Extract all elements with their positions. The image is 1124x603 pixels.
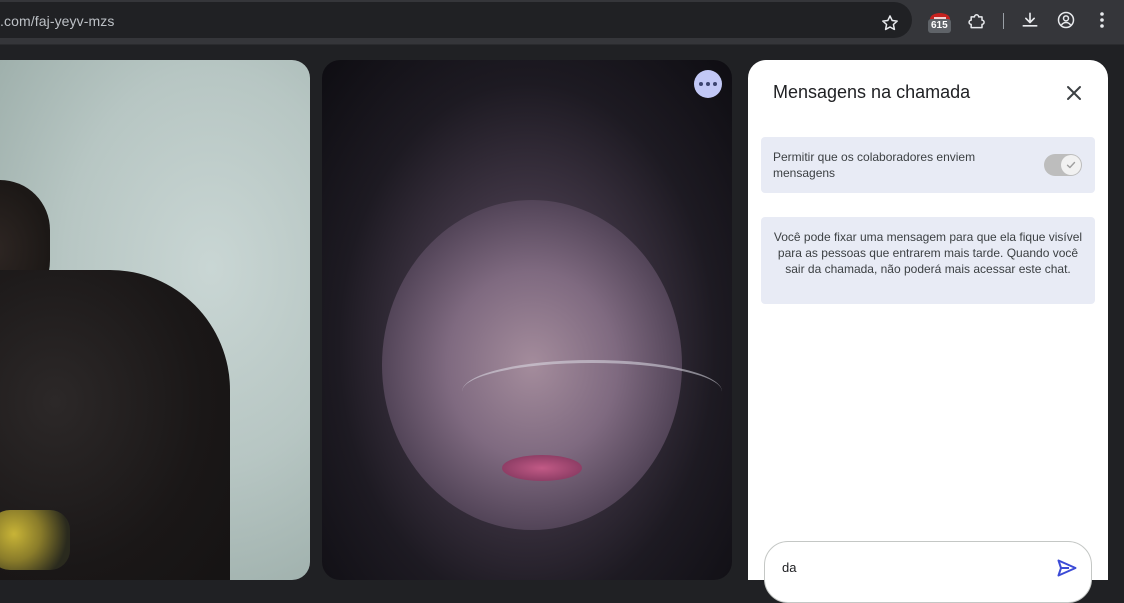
chat-panel: Mensagens na chamada Permitir que os col… [748,60,1108,603]
extension-badge-icon[interactable]: 615 [925,9,955,35]
close-icon[interactable] [1061,80,1087,106]
more-horizontal-icon[interactable] [694,70,722,98]
toolbar-divider [1003,13,1004,29]
address-bar[interactable]: .com/faj-yeyv-mzs [0,2,912,38]
participant-mouth [502,455,582,481]
bookmark-star-icon[interactable] [878,11,902,35]
puzzle-icon[interactable] [964,8,990,34]
panel-title: Mensagens na chamada [773,82,971,102]
url-text[interactable]: .com/faj-yeyv-mzs [0,13,115,29]
allow-messages-setting: Permitir que os colaboradores enviem men… [761,137,1095,193]
message-input[interactable]: da [764,541,1092,603]
send-icon[interactable] [1055,556,1079,580]
allow-messages-toggle[interactable] [1044,154,1082,176]
participant-tile-left[interactable] [0,60,310,580]
participant-tile-center[interactable] [322,60,732,580]
participant-glasses [462,360,722,423]
kebab-menu-icon[interactable] [1091,8,1113,32]
allow-messages-label: Permitir que os colaboradores enviem men… [773,150,976,180]
pin-info-text: Você pode fixar uma mensagem para que el… [773,230,1083,276]
browser-toolbar: .com/faj-yeyv-mzs 615 [0,0,1124,45]
shirt-print [0,510,70,570]
message-input-value[interactable]: da [782,560,796,575]
toggle-check-icon [1061,155,1081,175]
profile-icon[interactable] [1054,8,1078,32]
extension-badge-count: 615 [928,19,951,33]
pin-info-box: Você pode fixar uma mensagem para que el… [761,217,1095,304]
download-icon[interactable] [1018,8,1042,32]
